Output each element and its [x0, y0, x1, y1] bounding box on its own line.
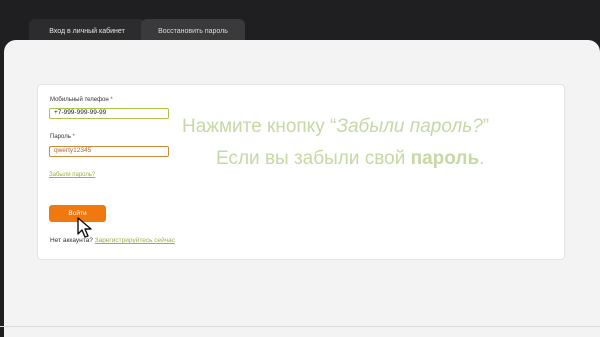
phone-label: Мобильный телефон *: [50, 97, 113, 103]
required-mark: *: [72, 134, 75, 140]
instruction-line-2: Если вы забыли свой пароль.: [216, 148, 485, 169]
password-input[interactable]: qwerty12345: [49, 146, 169, 157]
tab-login-label: Вход в личный кабинет: [49, 27, 125, 35]
no-account-text: Нет аккаунта? Зарегистрируйтесь сейчас: [50, 237, 176, 244]
phone-value: +7-999-999-99-99: [54, 109, 107, 116]
mouse-pointer-icon: [77, 217, 92, 238]
required-mark: *: [110, 97, 113, 103]
password-label: Пароль *: [50, 134, 75, 140]
tab-restore-label: Восстановить пароль: [158, 27, 228, 35]
instruction-line-1: Нажмите кнопку “Забыли пароль?”: [182, 116, 490, 137]
login-button-label: Войти: [68, 210, 87, 217]
phone-input[interactable]: +7-999-999-99-99: [49, 108, 169, 119]
instruction-bold: пароль: [410, 148, 480, 169]
instruction-emphasis: Забыли пароль?: [336, 116, 483, 137]
footer-divider: [0, 326, 600, 327]
forgot-password-link[interactable]: Забыли пароль?: [49, 172, 95, 178]
password-value: qwerty12345: [54, 147, 92, 154]
register-link[interactable]: Зарегистрируйтесь сейчас: [95, 237, 175, 244]
